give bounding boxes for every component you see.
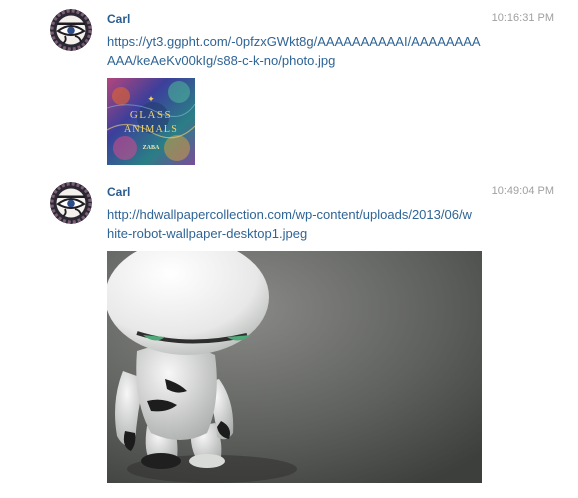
album-art-image[interactable]: ✦ GLASS ANIMALS ZABA bbox=[106, 78, 196, 165]
chat-message: Carl 10:16:31 PM https://yt3.ggpht.com/-… bbox=[0, 0, 578, 175]
robot-wallpaper-image[interactable] bbox=[105, 239, 482, 483]
avatar[interactable] bbox=[50, 9, 92, 51]
album-title-line1: GLASS bbox=[130, 109, 172, 121]
eye-of-horus-icon bbox=[50, 182, 92, 224]
message-author[interactable]: Carl bbox=[107, 185, 130, 199]
chat-message: Carl 10:49:04 PM http://hdwallpapercolle… bbox=[0, 175, 578, 498]
album-subtitle: ZABA bbox=[143, 145, 160, 151]
message-timestamp: 10:49:04 PM bbox=[491, 185, 554, 197]
album-title-line2: ANIMALS bbox=[124, 124, 178, 135]
eye-of-horus-icon bbox=[50, 9, 92, 51]
message-link[interactable]: http://hdwallpapercollection.com/wp-cont… bbox=[107, 205, 477, 243]
message-author[interactable]: Carl bbox=[107, 12, 130, 26]
avatar[interactable] bbox=[50, 182, 92, 224]
message-link[interactable]: https://yt3.ggpht.com/-0pfzxGWkt8g/AAAAA… bbox=[107, 32, 485, 70]
message-timestamp: 10:16:31 PM bbox=[491, 12, 554, 24]
svg-text:✦: ✦ bbox=[147, 94, 155, 104]
